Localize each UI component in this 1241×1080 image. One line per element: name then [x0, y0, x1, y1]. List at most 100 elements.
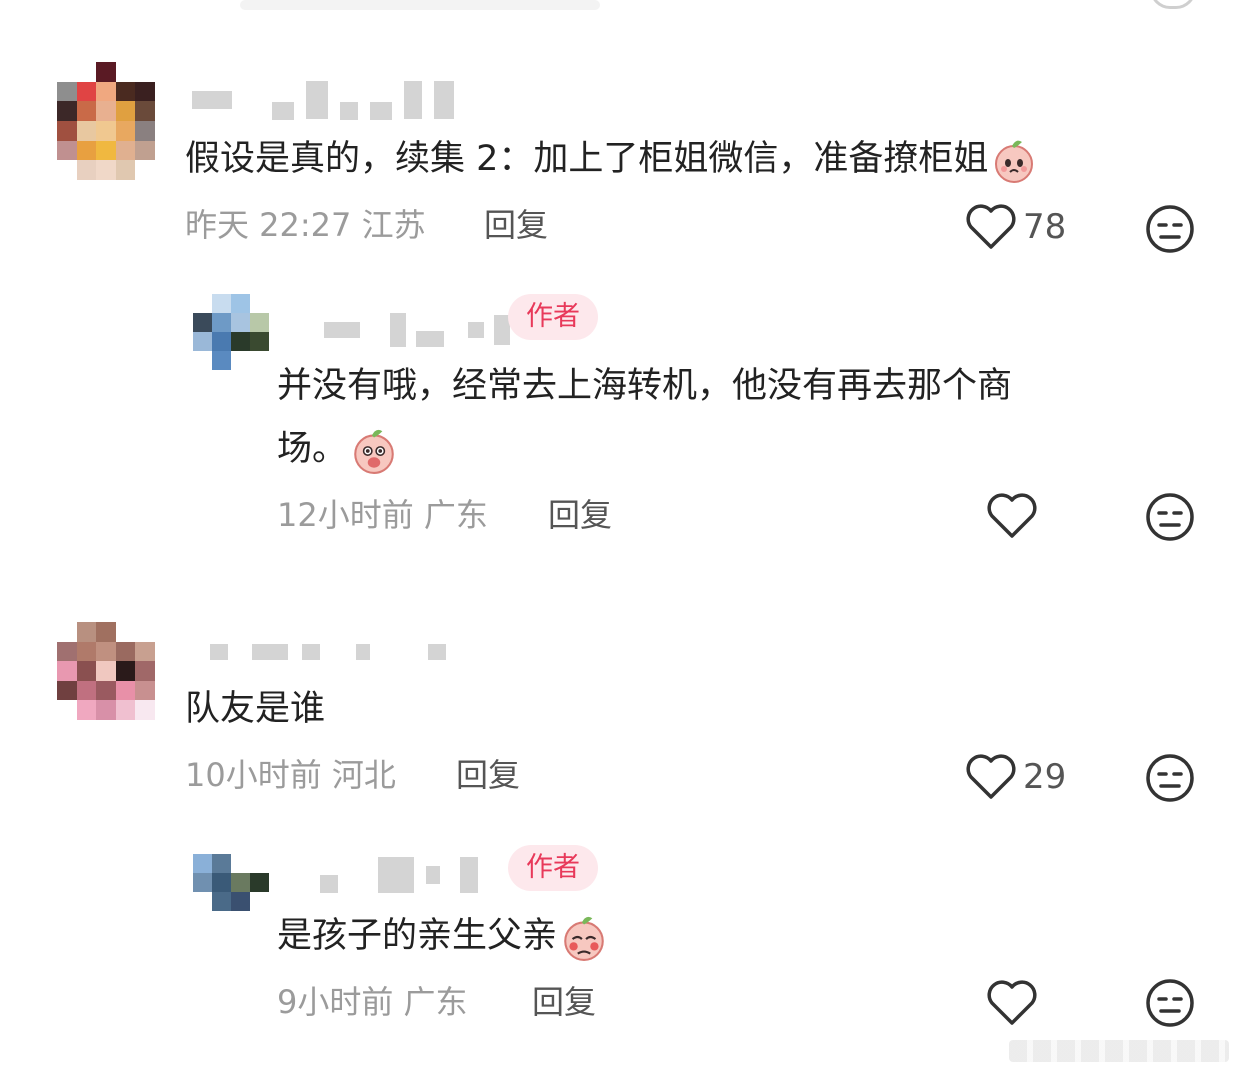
- avatar-pixel: [96, 680, 116, 701]
- avatar-pixel: [193, 873, 212, 892]
- avatar-pixel: [115, 680, 136, 701]
- avatar-pixel: [212, 294, 231, 313]
- avatar[interactable]: [57, 62, 155, 180]
- timestamp: 9小时前: [277, 983, 394, 1021]
- avatar-pixel: [193, 294, 212, 313]
- reply-meta: 12小时前 广东: [277, 493, 488, 537]
- avatar-pixel: [135, 101, 155, 121]
- username-redacted[interactable]: [210, 640, 446, 664]
- username-redacted[interactable]: [320, 855, 478, 895]
- previous-icon-fragment: [1150, 0, 1196, 9]
- avatar-pixel: [250, 294, 269, 313]
- avatar-pixel: [193, 351, 212, 370]
- avatar-pixel: [96, 641, 116, 662]
- avatar-pixel: [96, 62, 116, 82]
- avatar-pixel: [76, 140, 97, 161]
- avatar-pixel: [212, 332, 231, 351]
- avatar-pixel: [57, 661, 77, 681]
- avatar-pixel: [115, 101, 136, 121]
- avatar-pixel: [135, 641, 155, 662]
- heart-outline-icon: [966, 754, 1016, 799]
- like-count: 29: [1023, 757, 1067, 797]
- avatar-pixel: [212, 892, 231, 911]
- author-badge: 作者: [508, 845, 598, 891]
- like-button[interactable]: [986, 980, 1038, 1026]
- avatar-pixel: [57, 120, 77, 141]
- avatar-pixel: [135, 120, 155, 141]
- avatar-pixel: [57, 101, 77, 121]
- timestamp: 昨天 22:27: [185, 206, 352, 244]
- avatar-pixel: [250, 854, 269, 873]
- avatar-pixel: [212, 313, 231, 332]
- avatar-pixel: [115, 81, 136, 102]
- location: 河北: [331, 756, 396, 794]
- neutral-face-icon[interactable]: [1145, 492, 1195, 542]
- avatar-pixel: [57, 680, 77, 701]
- avatar-pixel: [57, 622, 77, 642]
- neutral-face-icon[interactable]: [1145, 753, 1195, 803]
- avatar-pixel: [193, 332, 212, 351]
- peach-face-emoji-icon: [995, 140, 1034, 183]
- avatar-pixel: [250, 313, 269, 332]
- comment-text: 假设是真的，续集 2：加上了柜姐微信，准备撩柜姐: [185, 128, 1038, 190]
- reply-button[interactable]: 回复: [456, 753, 520, 797]
- location: 广东: [403, 983, 468, 1021]
- avatar-pixel: [193, 854, 212, 873]
- avatar-pixel: [57, 160, 77, 180]
- author-badge: 作者: [508, 294, 598, 340]
- avatar-pixel: [250, 873, 269, 892]
- avatar-pixel: [250, 892, 269, 911]
- comment-meta: 10小时前 河北: [185, 753, 396, 797]
- reply-button[interactable]: 回复: [548, 493, 612, 537]
- avatar-pixel: [76, 160, 97, 180]
- avatar-pixel: [231, 873, 250, 892]
- avatar-pixel: [115, 140, 136, 161]
- avatar-pixel: [76, 680, 97, 701]
- avatar-pixel: [135, 622, 155, 642]
- reply-button[interactable]: 回复: [484, 203, 548, 247]
- avatar-pixel: [57, 140, 77, 161]
- username-redacted[interactable]: [192, 80, 454, 120]
- avatar-pixel: [57, 81, 77, 102]
- avatar-pixel: [57, 700, 77, 720]
- avatar-pixel: [76, 661, 97, 681]
- heart-outline-icon: [966, 204, 1016, 249]
- reply-text-line-2: 场。: [277, 418, 399, 480]
- timestamp: 10小时前: [185, 756, 322, 794]
- like-button[interactable]: 29: [965, 754, 1066, 800]
- avatar[interactable]: [193, 854, 269, 911]
- avatar-pixel: [231, 294, 250, 313]
- avatar-pixel: [96, 101, 116, 121]
- avatar-pixel: [115, 700, 136, 720]
- avatar-pixel: [135, 680, 155, 701]
- reply-text: 是孩子的亲生父亲: [277, 905, 609, 967]
- avatar[interactable]: [193, 294, 269, 370]
- reply-button[interactable]: 回复: [532, 980, 596, 1024]
- avatar-pixel: [96, 622, 116, 642]
- avatar-pixel: [135, 160, 155, 180]
- like-button[interactable]: 78: [965, 204, 1066, 250]
- avatar-pixel: [76, 641, 97, 662]
- avatar-pixel: [96, 140, 116, 161]
- avatar-pixel: [115, 62, 136, 82]
- watermark-redacted: [1009, 1040, 1229, 1062]
- neutral-face-icon[interactable]: [1145, 204, 1195, 254]
- neutral-face-icon[interactable]: [1145, 978, 1195, 1028]
- avatar-pixel: [212, 854, 231, 873]
- avatar-pixel: [135, 81, 155, 102]
- avatar[interactable]: [57, 622, 155, 720]
- like-button[interactable]: [986, 493, 1038, 539]
- avatar-pixel: [212, 873, 231, 892]
- avatar-pixel: [250, 332, 269, 351]
- avatar-pixel: [135, 140, 155, 161]
- heart-outline-icon: [987, 980, 1037, 1025]
- username-redacted[interactable]: [290, 310, 510, 350]
- avatar-pixel: [115, 622, 136, 642]
- avatar-pixel: [76, 700, 97, 720]
- avatar-pixel: [193, 892, 212, 911]
- avatar-pixel: [96, 160, 116, 180]
- location: 广东: [423, 496, 488, 534]
- avatar-pixel: [57, 641, 77, 662]
- avatar-pixel: [57, 62, 77, 82]
- avatar-pixel: [231, 332, 250, 351]
